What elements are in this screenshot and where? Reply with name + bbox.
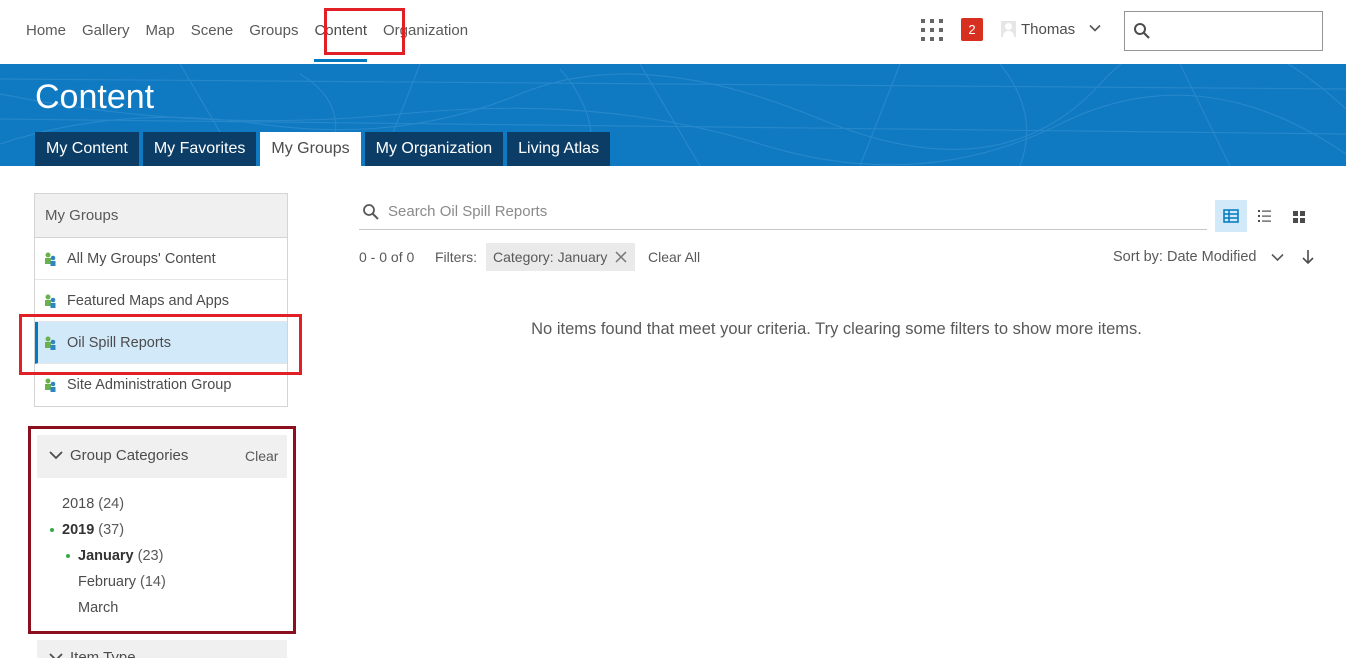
chevron-down-icon[interactable]	[1089, 22, 1101, 34]
group-search-input[interactable]: Search Oil Spill Reports	[359, 196, 1207, 230]
content-banner: Content My Content My Favorites My Group…	[0, 64, 1346, 166]
list-view-button[interactable]	[1249, 200, 1281, 232]
filter-chip[interactable]: Category: January	[486, 243, 636, 271]
nav-links: Home Gallery Map Scene Groups Content Or…	[26, 0, 484, 64]
search-input[interactable]	[1124, 11, 1323, 51]
notifications-badge[interactable]: 2	[961, 18, 983, 41]
nav-groups[interactable]: Groups	[249, 0, 298, 64]
top-navigation: Home Gallery Map Scene Groups Content Or…	[0, 0, 1346, 64]
highlight-categories	[28, 426, 296, 634]
nav-home[interactable]: Home	[26, 0, 66, 64]
nav-gallery[interactable]: Gallery	[82, 0, 130, 64]
table-view-button[interactable]	[1215, 200, 1247, 232]
arrow-down-icon[interactable]	[1301, 249, 1315, 265]
tab-my-organization[interactable]: My Organization	[364, 132, 504, 166]
highlight-content-nav	[324, 8, 405, 55]
close-icon[interactable]	[615, 251, 627, 263]
search-icon	[363, 204, 379, 220]
group-item-label: Site Administration Group	[67, 377, 232, 393]
tab-my-groups[interactable]: My Groups	[260, 132, 361, 166]
group-item-label: All My Groups' Content	[67, 250, 216, 267]
group-item-label: Featured Maps and Apps	[67, 292, 230, 309]
chevron-down-icon[interactable]	[1271, 251, 1284, 263]
filters-label: Filters:	[435, 249, 477, 265]
empty-results-message: No items found that meet your criteria. …	[531, 320, 1142, 338]
result-count: 0 - 0 of 0	[359, 249, 415, 265]
nav-scene[interactable]: Scene	[191, 0, 234, 64]
group-icon	[45, 294, 56, 308]
app-launcher-icon[interactable]	[921, 19, 943, 41]
table-icon	[1223, 209, 1239, 223]
sort-dropdown[interactable]: Sort by: Date Modified	[1113, 249, 1256, 265]
search-icon	[1134, 23, 1150, 39]
clear-all-link[interactable]: Clear All	[648, 249, 700, 265]
filter-chip-label: Category: January	[493, 249, 608, 265]
tab-my-favorites[interactable]: My Favorites	[142, 132, 257, 166]
chevron-down-icon[interactable]	[49, 652, 63, 658]
avatar[interactable]	[1001, 21, 1016, 37]
groups-panel-heading: My Groups	[35, 194, 287, 238]
page-title: Content	[35, 78, 155, 116]
nav-map[interactable]: Map	[146, 0, 175, 64]
highlight-oil-spill	[19, 314, 302, 375]
grid-view-button[interactable]	[1283, 200, 1315, 232]
tab-living-atlas[interactable]: Living Atlas	[507, 132, 611, 166]
content-tabs: My Content My Favorites My Groups My Org…	[35, 132, 614, 166]
group-icon	[45, 378, 56, 392]
group-item-all[interactable]: All My Groups' Content	[35, 238, 287, 280]
search-placeholder: Search Oil Spill Reports	[388, 203, 548, 220]
grid-icon	[1293, 211, 1305, 223]
group-icon	[45, 252, 56, 266]
user-name[interactable]: Thomas	[1021, 21, 1075, 38]
list-icon	[1258, 210, 1271, 222]
tab-my-content[interactable]: My Content	[35, 132, 139, 166]
item-type-title: Item Type	[70, 649, 136, 658]
